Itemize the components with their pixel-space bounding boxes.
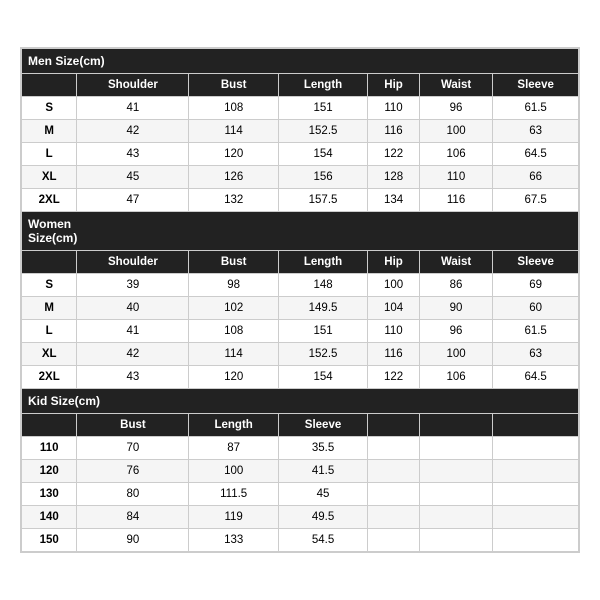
women-row-s: S39981481008669 <box>22 274 579 297</box>
men-row-l: L4312015412210664.5 <box>22 143 579 166</box>
women-row-xl: XL42114152.511610063 <box>22 343 579 366</box>
kid-row-130: 13080111.545 <box>22 483 579 506</box>
kid-col-length: Length <box>189 414 278 437</box>
men-col-hip: Hip <box>368 74 420 97</box>
size-chart: Men Size(cm)ShoulderBustLengthHipWaistSl… <box>20 47 580 553</box>
men-row-xl: XL4512615612811066 <box>22 166 579 189</box>
men-col-waist: Waist <box>419 74 492 97</box>
kid-col-bust: Bust <box>77 414 189 437</box>
men-size-col-header <box>22 74 77 97</box>
women-col-hip: Hip <box>368 251 420 274</box>
kid-size-col-header <box>22 414 77 437</box>
kid-col-sleeve: Sleeve <box>278 414 367 437</box>
kid-row-110: 110708735.5 <box>22 437 579 460</box>
men-col-bust: Bust <box>189 74 278 97</box>
kid-row-150: 1509013354.5 <box>22 529 579 552</box>
women-row-l: L411081511109661.5 <box>22 320 579 343</box>
men-col-shoulder: Shoulder <box>77 74 189 97</box>
kid-section-header: Kid Size(cm) <box>22 389 579 414</box>
women-col-bust: Bust <box>189 251 278 274</box>
women-col-waist: Waist <box>419 251 492 274</box>
men-row-m: M42114152.511610063 <box>22 120 579 143</box>
men-section-header: Men Size(cm) <box>22 49 579 74</box>
women-col-length: Length <box>278 251 367 274</box>
women-row-m: M40102149.51049060 <box>22 297 579 320</box>
men-row-s: S411081511109661.5 <box>22 97 579 120</box>
women-col-shoulder: Shoulder <box>77 251 189 274</box>
women-section-header: WomenSize(cm) <box>22 212 579 251</box>
kid-row-120: 1207610041.5 <box>22 460 579 483</box>
men-col-length: Length <box>278 74 367 97</box>
men-col-sleeve: Sleeve <box>493 74 579 97</box>
women-row-2xl: 2XL4312015412210664.5 <box>22 366 579 389</box>
kid-row-140: 1408411949.5 <box>22 506 579 529</box>
men-row-2xl: 2XL47132157.513411667.5 <box>22 189 579 212</box>
women-size-col-header <box>22 251 77 274</box>
women-col-sleeve: Sleeve <box>493 251 579 274</box>
